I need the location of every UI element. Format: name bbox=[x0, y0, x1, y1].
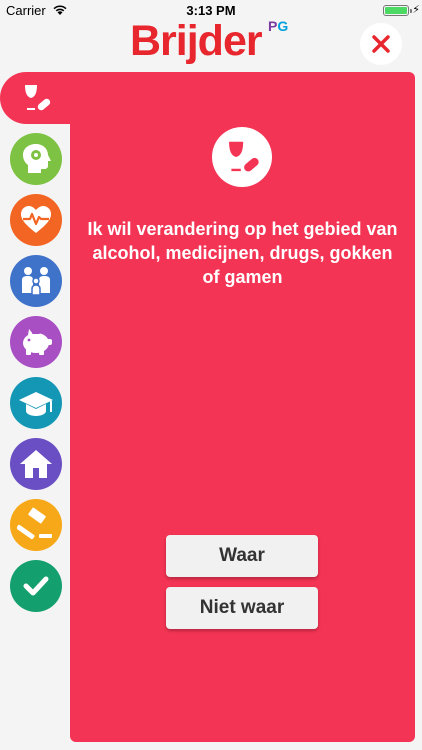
checkmark-icon bbox=[23, 576, 49, 596]
statement-card: Ik wil verandering op het gebied van alc… bbox=[70, 72, 415, 742]
app-screen: Carrier 3:13 PM ⚡ Brijder PG Ik wil vera… bbox=[0, 0, 422, 750]
brijder-logo: Brijder PG bbox=[130, 17, 288, 65]
app-header: Brijder PG bbox=[0, 17, 422, 66]
logo-text: Brijder bbox=[130, 17, 263, 65]
sidebar-item-mind[interactable] bbox=[10, 133, 62, 185]
sidebar-item-education[interactable] bbox=[10, 377, 62, 429]
status-time: 3:13 PM bbox=[186, 3, 236, 18]
battery-icon bbox=[383, 5, 409, 16]
sidebar-item-housing[interactable] bbox=[10, 438, 62, 490]
glass-pill-icon bbox=[25, 85, 51, 111]
sidebar-item-relationships[interactable] bbox=[10, 255, 62, 307]
glass-pill-icon bbox=[229, 141, 259, 172]
sidebar-item-done[interactable] bbox=[10, 560, 62, 612]
charging-icon: ⚡ bbox=[412, 4, 420, 16]
close-icon bbox=[372, 35, 390, 53]
head-brain-icon bbox=[23, 144, 51, 173]
close-button[interactable] bbox=[360, 23, 402, 65]
statement-text: Ik wil verandering op het gebied van alc… bbox=[87, 219, 398, 287]
house-icon bbox=[20, 450, 52, 478]
true-button[interactable]: Waar bbox=[166, 535, 318, 577]
false-button[interactable]: Niet waar bbox=[166, 587, 318, 629]
piggy-bank-icon bbox=[23, 329, 52, 355]
logo-badge: PG bbox=[268, 18, 289, 34]
graduation-cap-icon bbox=[19, 392, 53, 416]
heart-pulse-icon bbox=[21, 206, 51, 233]
sidebar-item-alcohol-drugs[interactable] bbox=[10, 72, 62, 124]
category-badge bbox=[212, 127, 272, 187]
family-icon bbox=[22, 267, 50, 296]
sidebar-item-health[interactable] bbox=[10, 194, 62, 246]
gavel-icon bbox=[17, 507, 52, 540]
sidebar-item-justice[interactable] bbox=[10, 499, 62, 551]
sidebar-item-finances[interactable] bbox=[10, 316, 62, 368]
